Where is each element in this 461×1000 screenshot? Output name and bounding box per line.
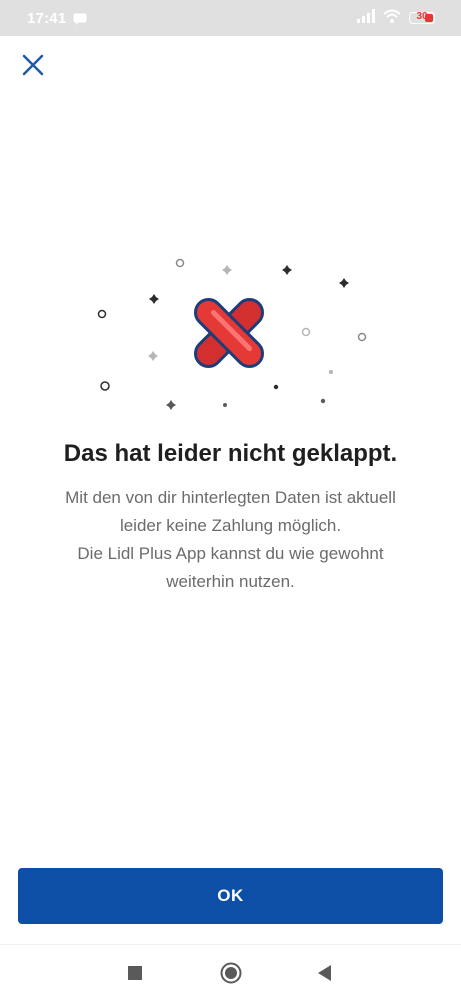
navigation-bar	[0, 944, 461, 1000]
message-line: weiterhin nutzen.	[166, 572, 295, 591]
back-icon[interactable]	[316, 964, 334, 982]
wifi-icon	[383, 9, 401, 28]
battery-icon: 30	[409, 11, 435, 24]
error-illustration	[85, 245, 385, 425]
close-button[interactable]	[18, 50, 48, 80]
recents-icon[interactable]	[128, 966, 142, 980]
message-line: Mit den von dir hinterlegten Daten ist a…	[65, 488, 396, 507]
status-bar: 17:41 30	[0, 0, 461, 36]
message-line: Die Lidl Plus App kannst du wie gewohnt	[77, 544, 384, 563]
battery-level: 30	[416, 11, 428, 22]
status-icons: 30	[357, 8, 435, 28]
close-icon	[22, 54, 44, 76]
red-x-icon	[193, 297, 265, 369]
signal-icon	[357, 8, 375, 28]
home-icon[interactable]	[220, 962, 242, 984]
error-message: Mit den von dir hinterlegten Daten ist a…	[30, 484, 431, 596]
page-title: Das hat leider nicht geklappt.	[63, 440, 398, 467]
message-line: leider keine Zahlung möglich.	[119, 516, 342, 535]
message-icon	[73, 12, 87, 30]
status-time: 17:41	[27, 10, 67, 27]
ok-button[interactable]: OK	[18, 868, 443, 924]
